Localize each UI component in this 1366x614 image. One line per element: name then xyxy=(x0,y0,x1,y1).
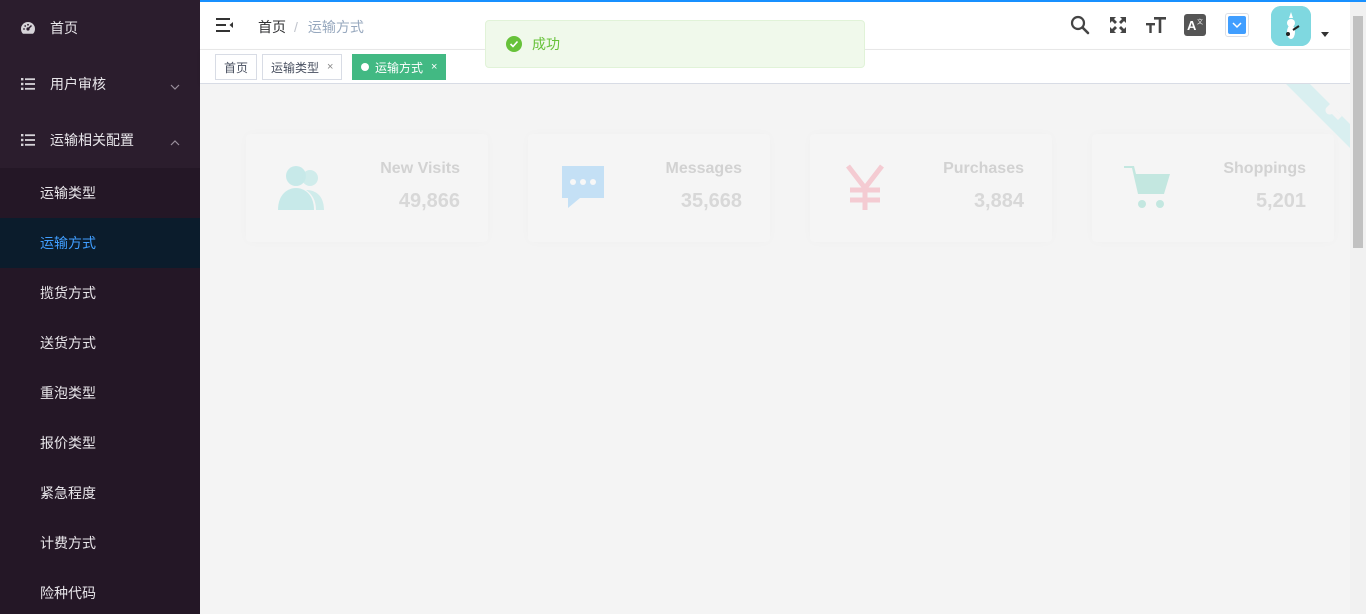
active-dot-icon xyxy=(361,63,369,71)
sidebar-item-transport-config[interactable]: 运输相关配置 xyxy=(0,112,200,168)
card-value: 3,884 xyxy=(973,190,1024,212)
card-new-visits[interactable]: New Visits 49,866 xyxy=(246,134,488,242)
main-content: New Visits 49,866 Messages 35,668 Purcha… xyxy=(200,84,1350,614)
sidebar-item-home[interactable]: 首页 xyxy=(0,0,200,56)
dashboard-icon xyxy=(20,20,36,36)
sidebar-item-label: 首页 xyxy=(50,20,78,36)
submenu-item-pickup-method[interactable]: 揽货方式 xyxy=(0,268,200,318)
sidebar: 首页 用户审核 运输相关配置 运输类型 运输方式 揽货方式 送货方式 重泡类型 … xyxy=(0,0,200,614)
submenu-item-quote-type[interactable]: 报价类型 xyxy=(0,418,200,468)
chevron-down-icon xyxy=(170,79,180,90)
tag-label: 运输类型 xyxy=(271,60,320,75)
breadcrumb-home[interactable]: 首页 xyxy=(258,17,286,37)
card-value: 49,866 xyxy=(398,190,460,212)
tag-transport-method[interactable]: 运输方式 × xyxy=(352,54,447,80)
scrollbar[interactable] xyxy=(1350,2,1366,614)
submenu-item-billing-method[interactable]: 计费方式 xyxy=(0,518,200,568)
sidebar-item-label: 用户审核 xyxy=(50,76,106,92)
avatar[interactable] xyxy=(1271,6,1311,46)
submenu-item-insurance-code[interactable]: 险种代码 xyxy=(0,568,200,614)
submenu-item-weight-type[interactable]: 重泡类型 xyxy=(0,368,200,418)
tag-transport-type[interactable]: 运输类型 × xyxy=(262,54,343,80)
panel-group: New Visits 49,866 Messages 35,668 Purcha… xyxy=(246,134,1336,242)
scrollbar-thumb[interactable] xyxy=(1353,16,1363,248)
list-icon xyxy=(20,132,36,148)
sidebar-item-user-review[interactable]: 用户审核 xyxy=(0,56,200,112)
submenu-item-label: 紧急程度 xyxy=(40,485,96,501)
submenu-item-urgency[interactable]: 紧急程度 xyxy=(0,468,200,518)
money-icon xyxy=(840,162,890,212)
breadcrumb: 首页 / 运输方式 xyxy=(258,17,364,37)
search-icon[interactable] xyxy=(1069,14,1091,36)
shopping-cart-icon xyxy=(1122,162,1172,212)
fullscreen-icon[interactable] xyxy=(1107,14,1129,36)
submenu-item-label: 重泡类型 xyxy=(40,385,96,401)
submenu-item-label: 报价类型 xyxy=(40,435,96,451)
card-value: 35,668 xyxy=(680,190,742,212)
submenu-item-label: 运输方式 xyxy=(40,235,96,251)
submenu-item-transport-method[interactable]: 运输方式 xyxy=(0,218,200,268)
submenu-item-label: 送货方式 xyxy=(40,335,96,351)
card-label: New Visits xyxy=(380,160,460,177)
submenu-item-transport-type[interactable]: 运输类型 xyxy=(0,168,200,218)
check-circle-icon xyxy=(506,36,522,52)
card-label: Shoppings xyxy=(1223,160,1306,177)
translate-icon[interactable]: A文 xyxy=(1184,14,1206,36)
list-icon xyxy=(20,76,36,92)
submenu-item-label: 运输类型 xyxy=(40,185,96,201)
submenu-item-label: 揽货方式 xyxy=(40,285,96,301)
font-size-icon[interactable] xyxy=(1145,14,1167,36)
size-select-icon[interactable] xyxy=(1225,13,1249,37)
tag-label: 运输方式 xyxy=(375,60,424,75)
breadcrumb-current: 运输方式 xyxy=(307,19,364,35)
card-shoppings[interactable]: Shoppings 5,201 xyxy=(1092,134,1334,242)
svg-text:A: A xyxy=(1187,18,1197,33)
hamburger-icon[interactable] xyxy=(216,16,234,34)
sidebar-item-label: 运输相关配置 xyxy=(50,132,134,148)
breadcrumb-separator: / xyxy=(294,19,298,35)
people-icon xyxy=(276,162,326,212)
svg-text:文: 文 xyxy=(1197,18,1203,26)
caret-down-icon[interactable] xyxy=(1321,32,1329,37)
navbar-right-menu: A文 xyxy=(1050,2,1350,50)
chart-area xyxy=(246,272,1336,614)
success-toast: 成功 xyxy=(485,20,865,68)
tag-home[interactable]: 首页 xyxy=(215,54,258,80)
chevron-up-icon xyxy=(170,135,180,146)
submenu-item-label: 计费方式 xyxy=(40,535,96,551)
card-value: 5,201 xyxy=(1255,190,1306,212)
close-icon[interactable]: × xyxy=(327,61,333,73)
card-purchases[interactable]: Purchases 3,884 xyxy=(810,134,1052,242)
close-icon[interactable]: × xyxy=(431,61,437,73)
tag-label: 首页 xyxy=(224,60,249,75)
card-label: Messages xyxy=(665,160,743,177)
card-label: Purchases xyxy=(943,160,1024,177)
message-icon xyxy=(558,162,608,212)
submenu-item-label: 险种代码 xyxy=(40,585,96,601)
toast-message: 成功 xyxy=(532,36,560,52)
card-messages[interactable]: Messages 35,668 xyxy=(528,134,770,242)
submenu-item-delivery-method[interactable]: 送货方式 xyxy=(0,318,200,368)
